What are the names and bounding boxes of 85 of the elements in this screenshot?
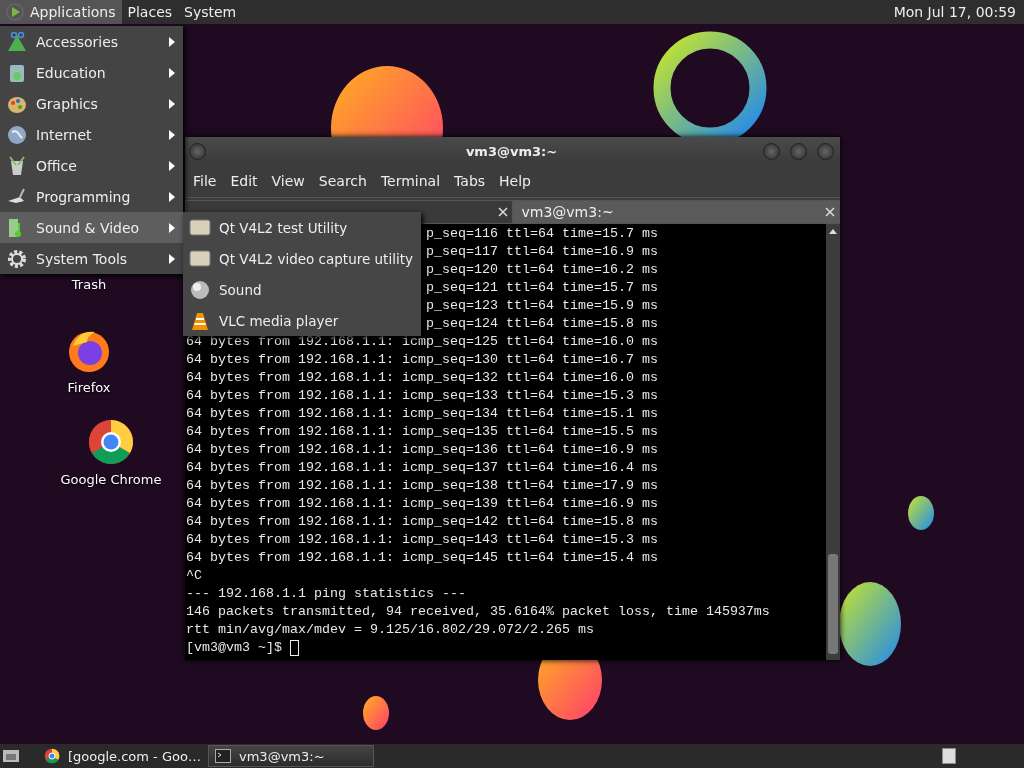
submenu-arrow-icon — [169, 222, 175, 233]
terminal-line: 64 bytes from 192.168.1.1: icmp_seq=145 ttl=64 time=15.4 ms — [186, 549, 658, 567]
window-icon — [189, 247, 211, 270]
terminal-line: p_seq=117 ttl=64 time=16.9 ms — [425, 243, 658, 261]
menu-item[interactable]: Internet — [0, 119, 183, 150]
menu-item[interactable]: Edit — [226, 173, 268, 189]
close-icon[interactable] — [825, 207, 835, 217]
menu-item[interactable]: Sound & Video — [0, 212, 183, 243]
terminal-tab[interactable]: vm3@vm3:~ — [512, 200, 840, 224]
window-title: vm3@vm3:~ — [465, 143, 558, 159]
submenu-arrow-icon — [169, 160, 175, 171]
menu-item[interactable]: Accessories — [0, 26, 183, 57]
menu-item[interactable]: Sound — [183, 274, 421, 305]
sphere-icon — [189, 278, 211, 301]
taskbar-button[interactable]: [google.com - Goo… — [38, 745, 204, 767]
window-menu-button[interactable] — [189, 142, 206, 160]
terminal-line: p_seq=116 ttl=64 time=15.7 ms — [425, 225, 658, 243]
terminal-line: 64 bytes from 192.168.1.1: icmp_seq=133 ttl=64 time=15.3 ms — [186, 387, 658, 405]
close-icon[interactable] — [497, 207, 508, 217]
menu-item[interactable]: System Tools — [0, 243, 183, 274]
terminal-line: 64 bytes from 192.168.1.1: icmp_seq=130 ttl=64 time=16.7 ms — [186, 351, 658, 369]
terminal-icon — [215, 749, 231, 763]
terminal-line: 64 bytes from 192.168.1.1: icmp_seq=125 ttl=64 time=16.0 ms — [186, 333, 658, 351]
menu-item[interactable]: Office — [0, 150, 183, 181]
terminal-line: --- 192.168.1.1 ping statistics --- — [186, 585, 466, 603]
globe-icon — [6, 123, 28, 146]
terminal-line: ^C — [186, 567, 202, 585]
gear-icon — [6, 247, 28, 270]
terminal-line: p_seq=124 ttl=64 time=15.8 ms — [425, 315, 658, 333]
terminal-line: 64 bytes from 192.168.1.1: icmp_seq=136 ttl=64 time=16.9 ms — [186, 441, 658, 459]
scrollbar[interactable] — [826, 224, 840, 660]
menu-item[interactable]: Programming — [0, 181, 183, 212]
scrollbar-thumb[interactable] — [828, 554, 838, 654]
menu-item[interactable]: View — [267, 173, 315, 189]
triangle-icon — [6, 30, 28, 53]
menu-item[interactable]: Education — [0, 57, 183, 88]
desktop-icon-label[interactable]: Google Chrome — [60, 472, 162, 487]
menu-item[interactable]: VLC media player — [183, 305, 421, 336]
submenu-arrow-icon — [169, 67, 175, 78]
close-button[interactable] — [817, 142, 834, 160]
submenu-arrow-icon — [169, 36, 175, 47]
taskbar-button[interactable]: vm3@vm3:~ — [208, 745, 374, 767]
submenu-arrow-icon — [169, 253, 175, 264]
panel-menu[interactable]: Places — [121, 0, 179, 24]
terminal-line: p_seq=121 ttl=64 time=15.7 ms — [425, 279, 658, 297]
scroll-up-icon[interactable] — [828, 227, 838, 235]
terminal-line: 64 bytes from 192.168.1.1: icmp_seq=139 ttl=64 time=16.9 ms — [186, 495, 658, 513]
clock: Mon Jul 17, 00:59 — [893, 4, 1017, 20]
terminal-line: p_seq=123 ttl=64 time=15.9 ms — [425, 297, 658, 315]
cup-icon — [6, 154, 28, 177]
terminal-line: rtt min/avg/max/mdev = 9.125/16.802/29.072/2.265 ms — [186, 621, 594, 639]
terminal-line: 146 packets transmitted, 94 received, 35.6164% packet loss, time 145937ms — [186, 603, 770, 621]
submenu-arrow-icon — [169, 98, 175, 109]
menu-item[interactable]: Help — [495, 173, 541, 189]
workspace-switcher[interactable] — [942, 748, 956, 764]
menu-item[interactable]: Search — [314, 173, 377, 189]
minimize-button[interactable] — [763, 142, 780, 160]
window-icon — [189, 216, 211, 239]
terminal-line: 64 bytes from 192.168.1.1: icmp_seq=134 ttl=64 time=15.1 ms — [186, 405, 658, 423]
terminal-line: 64 bytes from 192.168.1.1: icmp_seq=137 ttl=64 time=16.4 ms — [186, 459, 658, 477]
menu-item[interactable]: Graphics — [0, 88, 183, 119]
menu-item[interactable]: Tabs — [450, 173, 496, 189]
maximize-button[interactable] — [790, 142, 807, 160]
menu-item[interactable]: Qt V4L2 video capture utility — [183, 243, 421, 274]
terminal-line: 64 bytes from 192.168.1.1: icmp_seq=143 ttl=64 time=15.3 ms — [186, 531, 658, 549]
submenu-arrow-icon — [169, 129, 175, 140]
panel-menu[interactable]: Applications — [0, 0, 122, 24]
chrome-icon — [44, 748, 60, 764]
submenu-arrow-icon — [169, 191, 175, 202]
menu-item[interactable]: File — [189, 173, 227, 189]
menu-item[interactable]: Terminal — [376, 173, 451, 189]
desktop-icon-label[interactable]: Trash — [71, 277, 107, 292]
chrome-icon[interactable] — [87, 418, 135, 466]
desktop-icon-label[interactable]: Firefox — [67, 380, 111, 395]
play-logo-icon — [6, 3, 24, 21]
menu-item[interactable]: Qt V4L2 test Utility — [183, 212, 421, 243]
panel-menu[interactable]: System — [178, 0, 243, 24]
terminal-line: 64 bytes from 192.168.1.1: icmp_seq=138 ttl=64 time=17.9 ms — [186, 477, 658, 495]
show-desktop-icon[interactable] — [2, 748, 20, 764]
text-cursor — [290, 640, 299, 656]
terminal-line: p_seq=120 ttl=64 time=16.2 ms — [425, 261, 658, 279]
shell-prompt: [vm3@vm3 ~]$ — [186, 639, 282, 657]
terminal-line: 64 bytes from 192.168.1.1: icmp_seq=132 ttl=64 time=16.0 ms — [186, 369, 658, 387]
terminal-line: 64 bytes from 192.168.1.1: icmp_seq=135 ttl=64 time=15.5 ms — [186, 423, 658, 441]
terminal-line: 64 bytes from 192.168.1.1: icmp_seq=142 ttl=64 time=15.8 ms — [186, 513, 658, 531]
